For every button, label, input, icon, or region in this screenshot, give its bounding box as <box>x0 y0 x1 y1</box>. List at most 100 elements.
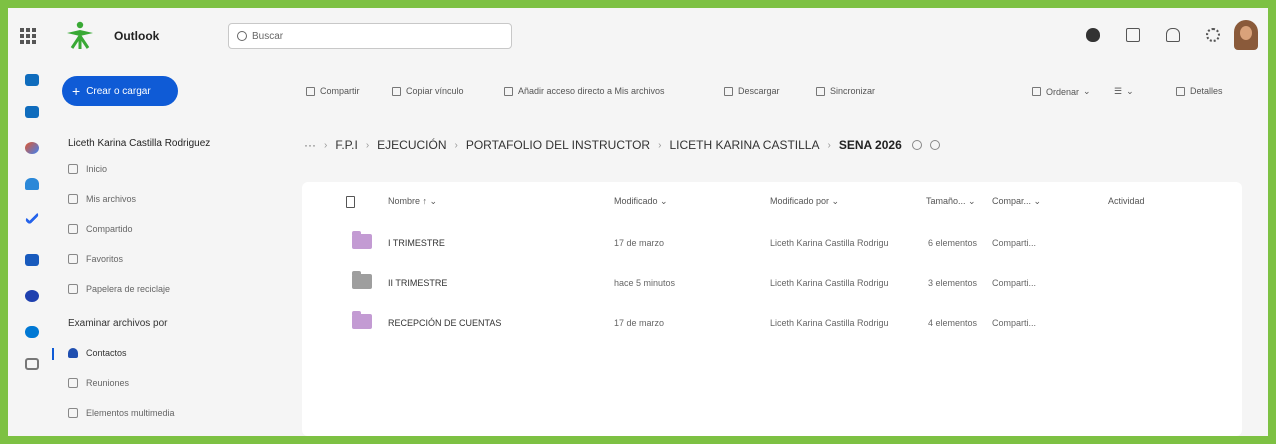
column-header-activity: Actividad <box>1108 196 1145 206</box>
mail-icon[interactable] <box>25 74 39 86</box>
column-header-sharing[interactable]: Compar... ⌄ <box>992 196 1041 207</box>
nav-item-shared[interactable]: Compartido <box>68 224 133 234</box>
breadcrumb-item[interactable]: F.P.I <box>335 138 357 152</box>
navigation-pane: + Crear o cargar Liceth Karina Castilla … <box>52 62 294 436</box>
view-list-icon: ☰ <box>1114 86 1123 96</box>
contact-icon <box>68 348 78 358</box>
nav-item-media[interactable]: Elementos multimedia <box>68 408 175 418</box>
share-button[interactable]: Compartir <box>306 86 360 96</box>
breadcrumb-separator: › <box>827 139 831 151</box>
nav-item-my-files[interactable]: Mis archivos <box>68 194 136 204</box>
size-cell: 4 elementos <box>928 318 978 328</box>
create-upload-button[interactable]: + Crear o cargar <box>62 76 178 106</box>
column-header-modified-by[interactable]: Modificado por ⌄ <box>770 196 839 207</box>
premium-icon[interactable] <box>1086 28 1100 42</box>
sena-logo <box>67 21 93 49</box>
sync-label: Sincronizar <box>830 86 876 96</box>
chevron-down-icon: ⌄ <box>1126 86 1134 96</box>
modified-cell: 17 de marzo <box>614 318 665 328</box>
download-button[interactable]: Descargar <box>724 86 780 96</box>
nav-item-label: Mis archivos <box>86 194 137 204</box>
media-icon <box>68 408 78 418</box>
sharing-cell[interactable]: Comparti... <box>992 318 1036 328</box>
file-name[interactable]: I TRIMESTRE <box>388 238 445 248</box>
nav-item-favorites[interactable]: Favoritos <box>68 254 123 264</box>
command-bar: Compartir Copiar vínculo Añadir acceso d… <box>294 82 1268 102</box>
copy-link-button[interactable]: Copiar vínculo <box>392 86 464 96</box>
share-label: Compartir <box>320 86 360 96</box>
create-upload-label: Crear o cargar <box>86 85 151 97</box>
calendar-icon <box>68 378 78 388</box>
copilot-icon[interactable] <box>25 142 39 154</box>
calendar-icon[interactable] <box>25 106 39 118</box>
add-shortcut-button[interactable]: Añadir acceso directo a Mis archivos <box>504 86 665 96</box>
copy-link-label: Copiar vínculo <box>406 86 464 96</box>
folder-icon <box>68 194 78 204</box>
app-rail <box>8 62 58 436</box>
file-list: Nombre ↑ ⌄ Modificado ⌄ Modificado por ⌄… <box>302 182 1242 436</box>
notification-icon[interactable] <box>1166 28 1180 42</box>
breadcrumb-more-button[interactable]: ··· <box>304 138 316 152</box>
breadcrumb-item[interactable]: EJECUCIÓN <box>377 138 446 152</box>
app-window: Outlook Buscar + Crear o cargar Liceth K… <box>8 8 1268 436</box>
sharing-cell[interactable]: Comparti... <box>992 278 1036 288</box>
column-header-name[interactable]: Nombre ↑ ⌄ <box>388 196 437 207</box>
sort-button[interactable]: Ordenar ⌄ <box>1032 86 1091 97</box>
column-header-size[interactable]: Tamaño... ⌄ <box>926 196 976 207</box>
settings-gear-icon[interactable] <box>1206 28 1220 42</box>
nav-item-meetings[interactable]: Reuniones <box>68 378 129 388</box>
nav-user-name: Liceth Karina Castilla Rodriguez <box>68 138 211 149</box>
people-icon[interactable] <box>25 178 39 190</box>
table-row[interactable]: II TRIMESTRE hace 5 minutos Liceth Karin… <box>302 264 1242 304</box>
modified-by-cell: Liceth Karina Castilla Rodrigu <box>770 238 889 248</box>
nav-item-label: Favoritos <box>86 254 124 264</box>
view-options-button[interactable]: ☰ ⌄ <box>1114 86 1134 97</box>
nav-item-home[interactable]: Inicio <box>68 164 107 174</box>
teams-icon[interactable] <box>1126 28 1140 42</box>
breadcrumb-item[interactable]: LICETH KARINA CASTILLA <box>669 138 819 152</box>
search-input[interactable]: Buscar <box>228 23 512 49</box>
sync-icon <box>816 86 825 96</box>
nav-item-label: Reuniones <box>86 378 130 388</box>
file-type-icon <box>346 196 355 208</box>
breadcrumb-item[interactable]: PORTAFOLIO DEL INSTRUCTOR <box>466 138 650 152</box>
yammer-icon[interactable] <box>25 290 39 302</box>
add-shortcut-label: Añadir acceso directo a Mis archivos <box>518 86 665 96</box>
nav-item-label: Compartido <box>86 224 133 234</box>
share-people-icon[interactable] <box>911 140 922 150</box>
app-title: Outlook <box>114 29 160 43</box>
column-header-modified[interactable]: Modificado ⌄ <box>614 196 668 207</box>
breadcrumb-current: SENA 2026 <box>838 138 902 152</box>
breadcrumb-separator: › <box>454 139 458 151</box>
modified-by-cell: Liceth Karina Castilla Rodrigu <box>770 278 889 288</box>
file-name[interactable]: II TRIMESTRE <box>388 278 447 288</box>
details-label: Detalles <box>1190 86 1223 96</box>
onedrive-icon[interactable] <box>25 326 39 338</box>
search-icon <box>237 31 247 41</box>
sharing-cell[interactable]: Comparti... <box>992 238 1036 248</box>
word-icon[interactable] <box>25 254 39 266</box>
app-launcher-icon[interactable] <box>20 28 36 44</box>
modified-by-cell: Liceth Karina Castilla Rodrigu <box>770 318 889 328</box>
user-avatar[interactable] <box>1234 20 1258 50</box>
details-icon <box>1176 86 1185 96</box>
table-row[interactable]: RECEPCIÓN DE CUENTAS 17 de marzo Liceth … <box>302 304 1242 344</box>
apps-icon[interactable] <box>25 358 39 370</box>
browse-section-heading: Examinar archivos por <box>68 318 168 329</box>
size-cell: 6 elementos <box>928 238 978 248</box>
sync-button[interactable]: Sincronizar <box>816 86 875 96</box>
details-button[interactable]: Detalles <box>1176 86 1223 96</box>
active-indicator <box>52 348 54 360</box>
breadcrumb-separator: › <box>324 139 328 151</box>
nav-item-recycle-bin[interactable]: Papelera de reciclaje <box>68 284 170 294</box>
globe-icon[interactable] <box>929 140 940 150</box>
nav-item-contacts[interactable]: Contactos <box>68 348 127 358</box>
plus-icon: + <box>72 83 81 99</box>
search-placeholder: Buscar <box>252 30 284 42</box>
modified-cell: 17 de marzo <box>614 238 665 248</box>
todo-check-icon[interactable] <box>24 210 40 225</box>
folder-icon <box>352 311 372 329</box>
table-row[interactable]: I TRIMESTRE 17 de marzo Liceth Karina Ca… <box>302 224 1242 264</box>
file-name[interactable]: RECEPCIÓN DE CUENTAS <box>388 318 501 328</box>
nav-item-label: Inicio <box>86 164 108 174</box>
